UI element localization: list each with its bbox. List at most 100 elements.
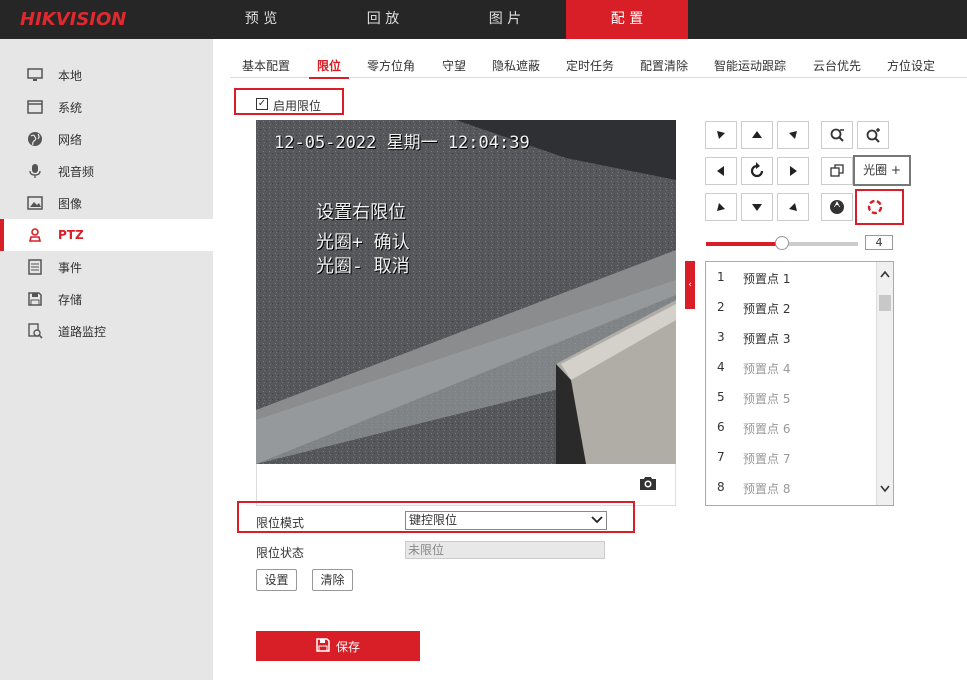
list-item[interactable]: 2 预置点 2 [706, 292, 878, 322]
sidebar-item-system[interactable]: 系统 [0, 91, 213, 123]
sidebar-item-event[interactable]: 事件 [0, 251, 213, 283]
ptz-up-button[interactable] [741, 121, 773, 149]
iris-plus-tooltip: 光圈 + [853, 155, 911, 186]
clear-button[interactable]: 清除 [312, 569, 353, 591]
tab-park-action[interactable]: 守望 [442, 57, 466, 74]
preset-number: 1 [717, 270, 725, 284]
enable-limit-label: 启用限位 [273, 99, 322, 113]
speed-value: 4 [865, 235, 893, 250]
limit-mode-select[interactable]: 键控限位 [405, 511, 607, 530]
chevron-down-icon[interactable] [880, 482, 890, 496]
sidebar-item-ptz[interactable]: PTZ [0, 219, 213, 251]
ptz-down-button[interactable] [741, 193, 773, 221]
active-indicator [0, 219, 4, 251]
ptz-person-icon [26, 226, 44, 244]
save-button[interactable]: 保存 [256, 631, 420, 661]
tab-zero-azimuth[interactable]: 零方位角 [367, 57, 415, 74]
sidebar-item-label: PTZ [58, 228, 84, 242]
ptz-up-left-button[interactable] [705, 121, 737, 149]
sidebar-item-label: 道路监控 [58, 324, 107, 339]
window-icon [26, 98, 44, 116]
ptz-up-right-button[interactable] [777, 121, 809, 149]
config-tabs: 基本配置 限位 零方位角 守望 隐私遮蔽 定时任务 配置清除 智能运动跟踪 云台… [230, 52, 967, 79]
preset-number: 7 [717, 450, 725, 464]
nav-configuration[interactable]: 配 置 [566, 0, 688, 39]
tab-smart-tracking[interactable]: 智能运动跟踪 [714, 57, 786, 74]
arrow-up-left-icon [717, 131, 725, 139]
video-preview[interactable]: 12-05-2022 星期一 12:04:39 设置右限位 光圈+ 确认 光圈-… [256, 120, 676, 464]
iris-ring-icon [867, 199, 883, 215]
chevron-up-icon[interactable] [880, 267, 890, 281]
list-item[interactable]: 5 预置点 5 [706, 382, 878, 412]
iris-close-button[interactable] [821, 193, 853, 221]
zoom-out-button[interactable] [821, 121, 853, 149]
preset-number: 3 [717, 330, 725, 344]
tab-ptz-priority[interactable]: 云台优先 [813, 57, 861, 74]
nav-playback[interactable]: 回 放 [322, 0, 444, 39]
nav-picture[interactable]: 图 片 [444, 0, 566, 39]
sidebar-item-local[interactable]: 本地 [0, 59, 213, 91]
limit-mode-label: 限位模式 [256, 516, 305, 530]
list-item[interactable]: 4 预置点 4 [706, 352, 878, 382]
sidebar-item-label: 事件 [58, 260, 83, 275]
enable-limit-checkbox[interactable]: ✓ [256, 98, 268, 110]
sidebar-item-network[interactable]: 网络 [0, 123, 213, 155]
list-item[interactable]: 7 预置点 7 [706, 442, 878, 472]
sidebar-item-label: 网络 [58, 132, 83, 147]
chevron-left-icon: ‹ [688, 280, 692, 290]
search-document-icon [26, 322, 44, 340]
sidebar-item-image[interactable]: 图像 [0, 187, 213, 219]
collapse-panel-button[interactable]: ‹ [685, 261, 695, 309]
sidebar-item-road-monitoring[interactable]: 道路监控 [0, 315, 213, 347]
save-button-label: 保存 [335, 639, 360, 654]
preset-name: 预置点 1 [743, 272, 791, 286]
scrollbar-thumb[interactable] [879, 295, 891, 311]
slider-handle[interactable] [775, 236, 789, 250]
focus-square-icon [830, 164, 844, 177]
list-item[interactable]: 6 预置点 6 [706, 412, 878, 442]
sidebar-item-video-audio[interactable]: 视音频 [0, 155, 213, 187]
zoom-in-icon [866, 128, 880, 143]
tab-limit[interactable]: 限位 [308, 57, 350, 79]
preset-number: 4 [717, 360, 725, 374]
limit-mode-value: 键控限位 [409, 513, 458, 527]
tab-privacy-mask[interactable]: 隐私遮蔽 [492, 57, 540, 74]
microphone-icon [26, 162, 44, 180]
slider-fill [706, 242, 782, 246]
limit-status-label: 限位状态 [256, 546, 305, 560]
preset-list: 1 预置点 1 2 预置点 2 3 预置点 3 4 预置点 4 5 预置点 5 6 预置点 … [705, 261, 894, 506]
list-item[interactable]: 3 预置点 3 [706, 322, 878, 352]
camera-snapshot-icon[interactable] [639, 475, 657, 494]
nav-preview[interactable]: 预 览 [200, 0, 322, 39]
tab-clear-config[interactable]: 配置清除 [640, 57, 688, 74]
arrow-down-icon [752, 204, 762, 211]
sidebar-item-label: 存储 [58, 292, 83, 307]
ptz-right-button[interactable] [777, 157, 809, 185]
monitor-icon [26, 66, 44, 84]
video-toolbar [256, 464, 676, 506]
ptz-down-left-button[interactable] [705, 193, 737, 221]
limit-status-field: 未限位 [405, 541, 605, 559]
arrow-down-left-icon [717, 203, 725, 211]
arrow-up-right-icon [789, 131, 797, 139]
list-item[interactable]: 8 预置点 8 [706, 472, 878, 502]
iris-open-button[interactable] [859, 193, 891, 221]
globe-icon [26, 130, 44, 148]
sidebar-item-label: 系统 [58, 100, 83, 115]
tab-scheduled-task[interactable]: 定时任务 [566, 57, 614, 74]
preset-scrollbar[interactable] [876, 262, 893, 505]
tab-basic-config[interactable]: 基本配置 [242, 57, 290, 74]
osd-line: 光圈- 取消 [316, 256, 410, 277]
zoom-in-button[interactable] [857, 121, 889, 149]
ptz-down-right-button[interactable] [777, 193, 809, 221]
list-item[interactable]: 1 预置点 1 [706, 262, 878, 292]
focus-button[interactable] [821, 157, 853, 185]
set-button[interactable]: 设置 [256, 569, 297, 591]
ptz-speed-slider[interactable] [706, 236, 858, 250]
sidebar-item-storage[interactable]: 存储 [0, 283, 213, 315]
tab-azimuth-setting[interactable]: 方位设定 [887, 57, 935, 74]
ptz-auto-rotate-button[interactable] [741, 157, 773, 185]
ptz-left-button[interactable] [705, 157, 737, 185]
preset-name: 预置点 3 [743, 332, 791, 346]
sidebar-item-label: 图像 [58, 196, 83, 211]
